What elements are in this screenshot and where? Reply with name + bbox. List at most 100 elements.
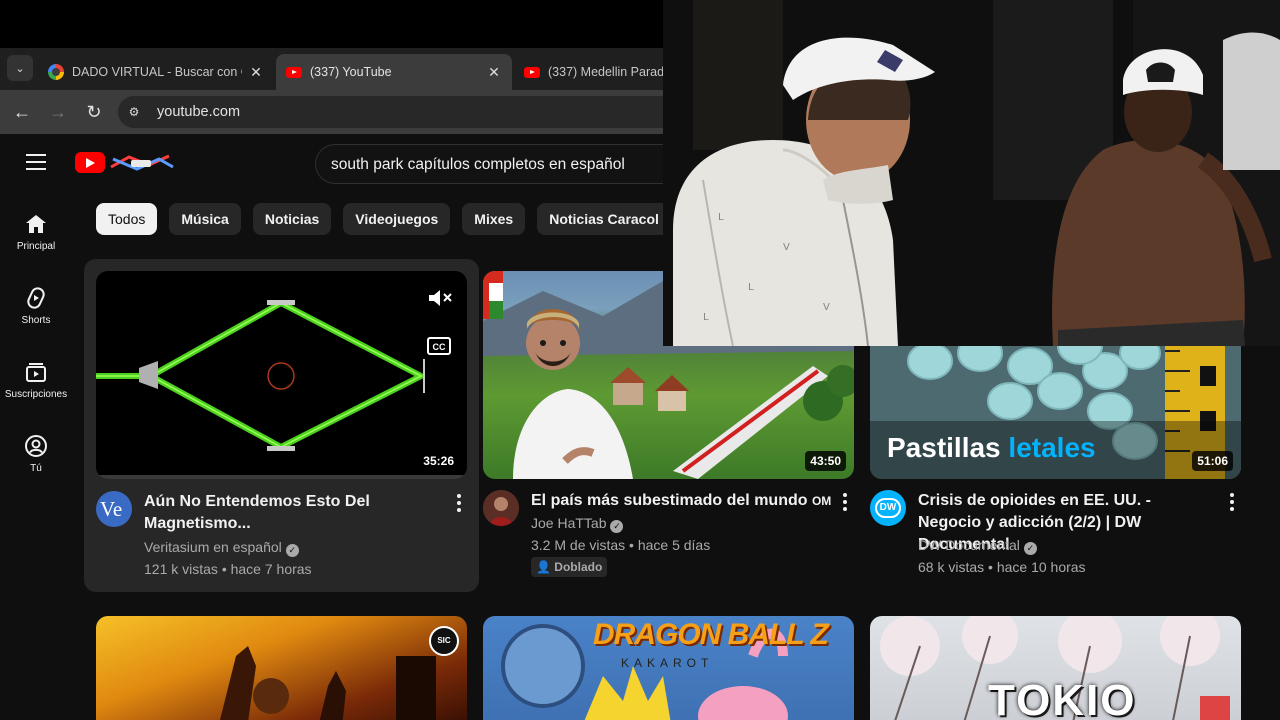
browser-toolbar: ← → ↻ ⚙ youtube.com: [0, 90, 678, 134]
guide-item-tu[interactable]: Tú: [0, 420, 72, 494]
channel-name[interactable]: DW Documental ✓: [918, 534, 1037, 556]
video-duration: 35:26: [423, 454, 454, 468]
caption-part-2: letales: [1008, 432, 1096, 463]
chip-mixes[interactable]: Mixes: [462, 203, 526, 235]
video-stats: 68 k vistas • hace 10 horas: [918, 559, 1086, 575]
captions-icon[interactable]: CC: [427, 337, 451, 355]
video-thumbnail[interactable]: TOKIO: [870, 616, 1241, 720]
tab-search-button[interactable]: ⌄: [7, 55, 33, 81]
tab-title: (337) YouTube: [310, 65, 392, 79]
video-stats: 121 k vistas • hace 7 horas: [144, 561, 312, 577]
guide-item-suscripciones[interactable]: Suscripciones: [0, 346, 72, 420]
address-bar[interactable]: ⚙ youtube.com: [118, 96, 678, 128]
browser-tab-youtube[interactable]: (337) YouTube ✕: [276, 54, 512, 90]
search-input[interactable]: south park capítulos completos en españo…: [315, 144, 675, 184]
svg-text:V: V: [783, 242, 790, 253]
webcam-feed-image: L V L V L: [663, 0, 1280, 346]
verified-icon: ✓: [285, 544, 299, 557]
back-button[interactable]: ←: [10, 100, 34, 124]
youtube-icon: [286, 64, 302, 80]
browser-tab-strip: ⌄ DADO VIRTUAL - Buscar con Google ✕ (33…: [0, 48, 663, 90]
verified-icon: ✓: [610, 520, 624, 533]
avatar-text: Ve: [100, 497, 123, 521]
game-title: DRAGON BALL Z: [593, 618, 829, 651]
tab-title: (337) Medellin Paradise: [548, 65, 663, 79]
video-stats: 3.2 M de vistas • hace 5 días: [531, 537, 711, 553]
chip-todos[interactable]: Todos: [96, 203, 158, 235]
filter-chips: Todos Música Noticias Videojuegos Mixes …: [96, 203, 671, 235]
svg-text:L: L: [748, 282, 754, 293]
channel-name-text: Veritasium en español: [144, 539, 282, 555]
site-info-icon[interactable]: ⚙: [126, 104, 142, 120]
caption-part-1: Pastillas: [887, 432, 1001, 463]
magnetism-preview: [96, 300, 467, 479]
channel-name[interactable]: Veritasium en español ✓: [144, 536, 299, 558]
reload-icon: ↻: [86, 101, 102, 122]
mute-icon[interactable]: [427, 288, 453, 308]
game-subtitle: KAKAROT: [621, 656, 714, 670]
channel-avatar[interactable]: Ve: [96, 491, 132, 527]
svg-text:V: V: [823, 302, 830, 313]
dubbed-badge: 👤 Doblado: [531, 557, 608, 577]
channel-watermark: SIC: [429, 626, 459, 656]
video-title[interactable]: El país más subestimado del mundo OM: [531, 490, 831, 512]
close-icon[interactable]: ✕: [248, 64, 264, 81]
youtube-icon: [524, 64, 540, 80]
guide-label: Shorts: [21, 315, 51, 326]
doodle-icon: [110, 154, 174, 171]
subscriptions-icon: [26, 363, 46, 382]
channel-name[interactable]: Joe HaTTab ✓: [531, 512, 624, 534]
arrow-right-icon: →: [49, 101, 67, 122]
channel-avatar[interactable]: DW: [870, 490, 906, 526]
video-thumbnail[interactable]: SIC: [96, 616, 467, 720]
video-thumbnail[interactable]: CC 35:26: [96, 271, 467, 479]
chip-musica[interactable]: Música: [169, 203, 241, 235]
chip-noticias[interactable]: Noticias: [252, 203, 332, 235]
concert-thumbnail-art: [220, 646, 436, 720]
channel-name-text: Joe HaTTab: [531, 515, 607, 531]
chevron-down-icon: ⌄: [15, 62, 25, 75]
shorts-icon: [27, 287, 45, 309]
more-options-icon[interactable]: [447, 491, 471, 515]
guide-label: Tú: [30, 463, 42, 474]
chip-videojuegos[interactable]: Videojuegos: [343, 203, 451, 235]
video-title-text: El país más subestimado del mundo: [531, 492, 808, 509]
google-icon: [48, 64, 64, 80]
you-icon: [25, 435, 47, 457]
video-thumbnail[interactable]: DRAGON BALL Z KAKAROT: [483, 616, 854, 720]
tab-title: DADO VIRTUAL - Buscar con Google: [72, 65, 242, 79]
video-title[interactable]: Aún No Entendemos Esto Del Magnetismo...: [144, 491, 404, 535]
guide-label: Principal: [16, 241, 56, 252]
channel-name-text: DW Documental: [918, 537, 1020, 553]
browser-tab-medellin[interactable]: (337) Medellin Paradise: [514, 54, 663, 90]
avatar-image: [483, 490, 519, 526]
avatar-text: DW: [875, 498, 901, 518]
browser-tab-google[interactable]: DADO VIRTUAL - Buscar con Google ✕: [38, 54, 274, 90]
youtube-play-icon: [75, 152, 105, 173]
city-title: TOKIO: [988, 676, 1137, 720]
guide-item-principal[interactable]: Principal: [0, 198, 72, 272]
svg-text:L: L: [703, 312, 709, 323]
forward-button[interactable]: →: [46, 100, 70, 124]
svg-text:L: L: [718, 212, 724, 223]
verified-icon: ✓: [1023, 542, 1037, 555]
chip-noticias-caracol[interactable]: Noticias Caracol: [537, 203, 671, 235]
video-card[interactable]: CC 35:26 Ve Aún No Entendemos Esto Del M…: [84, 259, 479, 592]
home-icon: [26, 215, 46, 233]
channel-avatar[interactable]: [483, 490, 519, 526]
svg-text:CC: CC: [433, 342, 446, 352]
guide-label: Suscripciones: [4, 389, 68, 400]
thumbnail-caption: Pastillas letales: [887, 432, 1096, 464]
more-options-icon[interactable]: [1220, 490, 1244, 514]
video-duration: 51:06: [1192, 451, 1233, 471]
close-icon[interactable]: ✕: [486, 64, 502, 81]
search-query: south park capítulos completos en españo…: [331, 156, 625, 173]
youtube-logo[interactable]: [75, 151, 175, 175]
more-options-icon[interactable]: [833, 490, 857, 514]
video-duration: 43:50: [805, 451, 846, 471]
reload-button[interactable]: ↻: [82, 100, 106, 124]
menu-icon[interactable]: [26, 154, 46, 172]
dubbed-icon: 👤: [536, 560, 555, 574]
country-code: OM: [811, 494, 832, 508]
guide-item-shorts[interactable]: Shorts: [0, 272, 72, 346]
